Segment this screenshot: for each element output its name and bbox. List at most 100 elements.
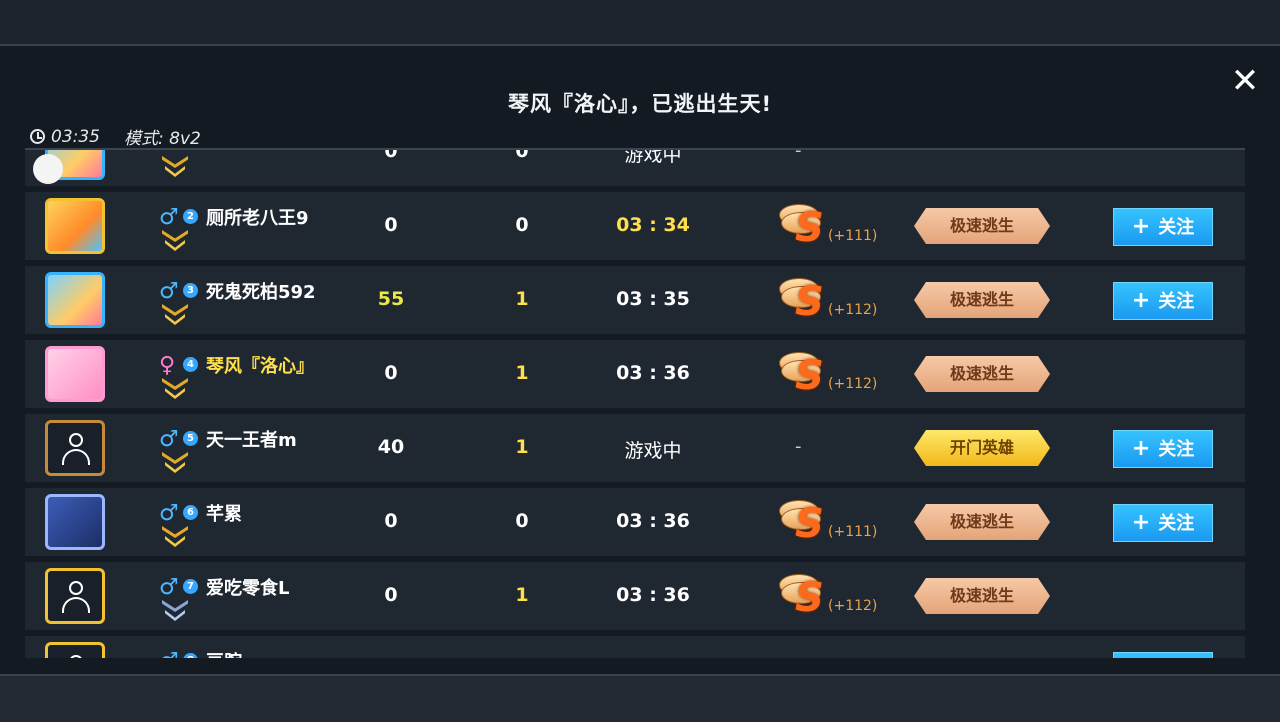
- player-row: 0 0 游戏中 - +关注: [25, 148, 1245, 186]
- follow-button[interactable]: + 关注: [1113, 282, 1213, 320]
- player-name[interactable]: 琴风『洛心』: [206, 352, 314, 378]
- top-bar: [0, 0, 1280, 46]
- female-icon: ♀: [159, 353, 176, 378]
- score-value: 0: [384, 584, 398, 606]
- player-row: ♂ 2 厕所老八王9 0 0 03 : 34 S (+111) 极速逃生 + 关注: [25, 192, 1245, 260]
- escape-time: 03 : 34: [616, 214, 690, 236]
- player-number: 8: [183, 653, 198, 658]
- player-name[interactable]: 厕所老八王9: [206, 204, 309, 230]
- male-icon: ♂: [159, 205, 179, 230]
- player-row: ♀ 4 琴风『洛心』 0 1 03 : 36 S (+112) 极速逃生: [25, 340, 1245, 408]
- player-number: 7: [183, 579, 198, 594]
- player-number: 3: [183, 283, 198, 298]
- match-time: 03:35: [51, 126, 100, 147]
- score-value: 0: [384, 214, 398, 236]
- rescue-value: 0: [515, 214, 529, 236]
- score-value: 40: [377, 436, 405, 458]
- rank-badge-icon: [160, 304, 190, 328]
- avatar[interactable]: [45, 568, 105, 624]
- rank-badge-icon: [160, 230, 190, 254]
- avatar[interactable]: [45, 198, 105, 254]
- escape-time: 03 : 36: [616, 584, 690, 606]
- escape-time: 03 : 36: [616, 362, 690, 384]
- player-number: 4: [183, 357, 198, 372]
- escape-time: 03 : 35: [616, 288, 690, 310]
- toggle-knob[interactable]: [33, 154, 63, 184]
- player-row: ♂ 5 天一王者m 40 1 游戏中 - 开门英雄 + 关注: [25, 414, 1245, 482]
- rescue-value: 1: [515, 436, 529, 458]
- escape-tag: 极速逃生: [914, 356, 1050, 392]
- bottom-bar: [0, 674, 1280, 722]
- rank-badge-icon: [160, 526, 190, 550]
- player-name[interactable]: 豆腕: [206, 648, 242, 658]
- rescue-value: 1: [515, 288, 529, 310]
- rescue-value: 1: [515, 362, 529, 384]
- status-value: 游戏中: [624, 148, 682, 166]
- player-name[interactable]: 死鬼死柏592: [206, 278, 316, 304]
- player-name[interactable]: 爱吃零食L: [206, 574, 289, 600]
- score-value: 0: [384, 148, 398, 162]
- male-icon: ♂: [159, 427, 179, 452]
- reward-empty: -: [795, 148, 802, 161]
- status-value: 游戏中: [624, 440, 682, 462]
- rescue-value: 0: [515, 510, 529, 532]
- rank-badge-icon: [160, 452, 190, 476]
- player-number: 2: [183, 209, 198, 224]
- coin-bonus: (+112): [828, 302, 878, 318]
- player-number: 5: [183, 431, 198, 446]
- coin-icon: S: [777, 348, 831, 398]
- player-row: ♂ 6 芊累 0 0 03 : 36 S (+111) 极速逃生 + 关注: [25, 488, 1245, 556]
- player-number: 6: [183, 505, 198, 520]
- match-mode: 模式: 8v2: [124, 129, 201, 149]
- escape-time: 03 : 36: [616, 510, 690, 532]
- score-value: 55: [377, 288, 405, 310]
- coin-icon: S: [777, 570, 831, 620]
- male-icon: ♂: [159, 501, 179, 526]
- avatar[interactable]: [45, 346, 105, 402]
- close-icon[interactable]: ✕: [1226, 62, 1264, 100]
- follow-button[interactable]: + 关注: [1113, 430, 1213, 468]
- coin-bonus: (+111): [828, 228, 878, 244]
- rescue-value: 0: [515, 148, 529, 162]
- player-row: ♂ 3 死鬼死柏592 55 1 03 : 35 S (+112) 极速逃生 +…: [25, 266, 1245, 334]
- player-list[interactable]: 0 0 游戏中 - +关注 ♂ 2 厕所老八王9 0 0 03 : 34 S (…: [25, 148, 1245, 658]
- follow-button[interactable]: + 关注: [1113, 504, 1213, 542]
- rank-badge-icon: [160, 156, 190, 180]
- coin-icon: S: [777, 200, 831, 250]
- rank-badge-icon: [160, 600, 190, 624]
- clock-icon: [30, 129, 45, 144]
- player-name[interactable]: 天一王者m: [206, 426, 297, 452]
- player-row: ♂ 8 豆腕: [25, 636, 1245, 658]
- user-icon: [62, 655, 90, 658]
- result-title: 琴风『洛心』，已逃出生天!: [507, 92, 773, 116]
- avatar[interactable]: [45, 272, 105, 328]
- user-icon: [62, 581, 90, 615]
- coin-bonus: (+112): [828, 598, 878, 614]
- avatar[interactable]: [45, 420, 105, 476]
- male-icon: ♂: [159, 575, 179, 600]
- escape-tag: 极速逃生: [914, 208, 1050, 244]
- follow-button[interactable]: [1113, 652, 1213, 658]
- player-row: ♂ 7 爱吃零食L 0 1 03 : 36 S (+112) 极速逃生: [25, 562, 1245, 630]
- coin-icon: S: [777, 274, 831, 324]
- rescue-value: 1: [515, 584, 529, 606]
- coin-icon: S: [777, 496, 831, 546]
- rank-badge-icon: [160, 378, 190, 402]
- reward-empty: -: [795, 436, 802, 457]
- coin-bonus: (+112): [828, 376, 878, 392]
- avatar[interactable]: [45, 494, 105, 550]
- escape-tag: 极速逃生: [914, 282, 1050, 318]
- male-icon: ♂: [159, 649, 179, 658]
- score-value: 0: [384, 510, 398, 532]
- escape-tag: 极速逃生: [914, 578, 1050, 614]
- score-value: 0: [384, 362, 398, 384]
- follow-button[interactable]: + 关注: [1113, 208, 1213, 246]
- avatar[interactable]: [45, 642, 105, 658]
- user-icon: [62, 433, 90, 467]
- male-icon: ♂: [159, 279, 179, 304]
- door-hero-tag: 开门英雄: [914, 430, 1050, 466]
- escape-tag: 极速逃生: [914, 504, 1050, 540]
- coin-bonus: (+111): [828, 524, 878, 540]
- match-info: 03:35 模式: 8v2: [30, 124, 201, 149]
- player-name[interactable]: 芊累: [206, 500, 242, 526]
